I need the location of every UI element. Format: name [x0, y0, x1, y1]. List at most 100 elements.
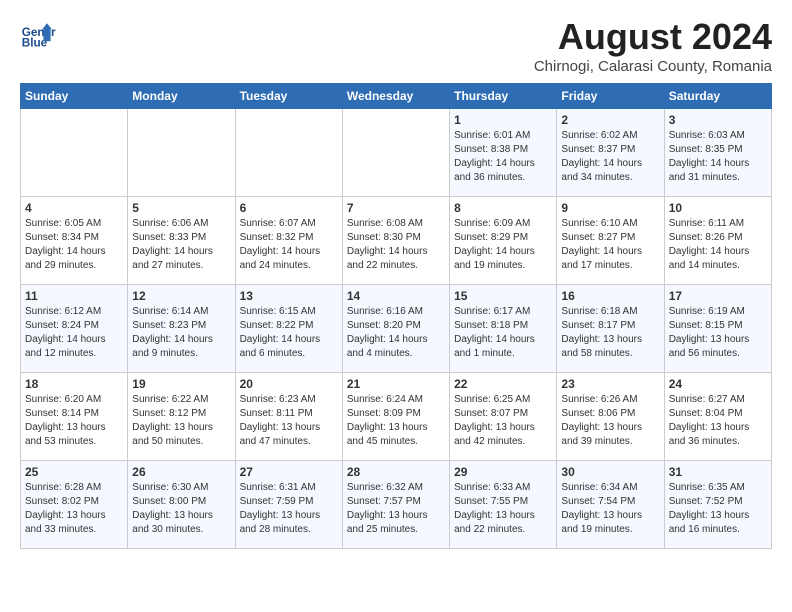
day-number: 3 [669, 113, 767, 127]
calendar-day-cell: 19 Sunrise: 6:22 AM Sunset: 8:12 PM Dayli… [128, 373, 235, 461]
day-info: Sunrise: 6:03 AM Sunset: 8:35 PM Dayligh… [669, 129, 767, 185]
day-number: 27 [240, 465, 338, 479]
calendar-day-cell [21, 109, 128, 197]
calendar-day-cell: 2 Sunrise: 6:02 AM Sunset: 8:37 PM Daylig… [557, 109, 664, 197]
day-info: Sunrise: 6:30 AM Sunset: 8:00 PM Dayligh… [132, 481, 230, 537]
day-info: Sunrise: 6:23 AM Sunset: 8:11 PM Dayligh… [240, 393, 338, 449]
calendar-day-cell: 24 Sunrise: 6:27 AM Sunset: 8:04 PM Dayli… [664, 373, 771, 461]
day-info: Sunrise: 6:20 AM Sunset: 8:14 PM Dayligh… [25, 393, 123, 449]
calendar-day-cell: 25 Sunrise: 6:28 AM Sunset: 8:02 PM Dayli… [21, 461, 128, 549]
calendar-day-cell: 17Sunrise: 6:19 AM Sunset: 8:15 PM Dayli… [664, 285, 771, 373]
day-info: Sunrise: 6:18 AM Sunset: 8:17 PM Dayligh… [561, 305, 659, 361]
weekday-header-cell: Friday [557, 84, 664, 109]
calendar-day-cell: 28Sunrise: 6:32 AM Sunset: 7:57 PM Dayli… [342, 461, 449, 549]
calendar-day-cell: 7 Sunrise: 6:08 AM Sunset: 8:30 PM Daylig… [342, 197, 449, 285]
day-info: Sunrise: 6:15 AM Sunset: 8:22 PM Dayligh… [240, 305, 338, 361]
weekday-header-cell: Thursday [450, 84, 557, 109]
day-number: 23 [561, 377, 659, 391]
weekday-header-cell: Saturday [664, 84, 771, 109]
calendar-day-cell: 5 Sunrise: 6:06 AM Sunset: 8:33 PM Daylig… [128, 197, 235, 285]
day-info: Sunrise: 6:14 AM Sunset: 8:23 PM Dayligh… [132, 305, 230, 361]
calendar-table: SundayMondayTuesdayWednesdayThursdayFrid… [20, 83, 772, 549]
day-info: Sunrise: 6:05 AM Sunset: 8:34 PM Dayligh… [25, 217, 123, 273]
calendar-week-row: 18 Sunrise: 6:20 AM Sunset: 8:14 PM Dayli… [21, 373, 772, 461]
weekday-header-row: SundayMondayTuesdayWednesdayThursdayFrid… [21, 84, 772, 109]
calendar-day-cell [235, 109, 342, 197]
day-info: Sunrise: 6:12 AM Sunset: 8:24 PM Dayligh… [25, 305, 123, 361]
calendar-day-cell: 12 Sunrise: 6:14 AM Sunset: 8:23 PM Dayli… [128, 285, 235, 373]
calendar-title: August 2024 [534, 16, 772, 58]
day-info: Sunrise: 6:07 AM Sunset: 8:32 PM Dayligh… [240, 217, 338, 273]
day-number: 18 [25, 377, 123, 391]
calendar-day-cell: 6 Sunrise: 6:07 AM Sunset: 8:32 PM Daylig… [235, 197, 342, 285]
calendar-subtitle: Chirnogi, Calarasi County, Romania [534, 58, 772, 75]
day-number: 19 [132, 377, 230, 391]
day-info: Sunrise: 6:10 AM Sunset: 8:27 PM Dayligh… [561, 217, 659, 273]
day-number: 11 [25, 289, 123, 303]
calendar-day-cell: 22Sunrise: 6:25 AM Sunset: 8:07 PM Dayli… [450, 373, 557, 461]
day-info: Sunrise: 6:02 AM Sunset: 8:37 PM Dayligh… [561, 129, 659, 185]
calendar-week-row: 4 Sunrise: 6:05 AM Sunset: 8:34 PM Daylig… [21, 197, 772, 285]
day-info: Sunrise: 6:08 AM Sunset: 8:30 PM Dayligh… [347, 217, 445, 273]
calendar-day-cell: 30Sunrise: 6:34 AM Sunset: 7:54 PM Dayli… [557, 461, 664, 549]
day-number: 1 [454, 113, 552, 127]
calendar-week-row: 11 Sunrise: 6:12 AM Sunset: 8:24 PM Dayli… [21, 285, 772, 373]
calendar-day-cell: 15 Sunrise: 6:17 AM Sunset: 8:18 PM Dayli… [450, 285, 557, 373]
calendar-day-cell [128, 109, 235, 197]
calendar-body: 1Sunrise: 6:01 AM Sunset: 8:38 PM Daylig… [21, 109, 772, 549]
day-number: 9 [561, 201, 659, 215]
calendar-day-cell: 1Sunrise: 6:01 AM Sunset: 8:38 PM Daylig… [450, 109, 557, 197]
day-number: 6 [240, 201, 338, 215]
day-info: Sunrise: 6:17 AM Sunset: 8:18 PM Dayligh… [454, 305, 552, 361]
calendar-day-cell: 16 Sunrise: 6:18 AM Sunset: 8:17 PM Dayli… [557, 285, 664, 373]
day-number: 31 [669, 465, 767, 479]
title-block: August 2024 Chirnogi, Calarasi County, R… [534, 16, 772, 75]
calendar-week-row: 25 Sunrise: 6:28 AM Sunset: 8:02 PM Dayli… [21, 461, 772, 549]
calendar-day-cell: 4 Sunrise: 6:05 AM Sunset: 8:34 PM Daylig… [21, 197, 128, 285]
day-number: 4 [25, 201, 123, 215]
day-number: 16 [561, 289, 659, 303]
calendar-day-cell: 27 Sunrise: 6:31 AM Sunset: 7:59 PM Dayli… [235, 461, 342, 549]
day-info: Sunrise: 6:16 AM Sunset: 8:20 PM Dayligh… [347, 305, 445, 361]
day-number: 8 [454, 201, 552, 215]
day-number: 2 [561, 113, 659, 127]
day-number: 22 [454, 377, 552, 391]
calendar-day-cell: 21 Sunrise: 6:24 AM Sunset: 8:09 PM Dayli… [342, 373, 449, 461]
calendar-day-cell: 10Sunrise: 6:11 AM Sunset: 8:26 PM Dayli… [664, 197, 771, 285]
day-number: 17 [669, 289, 767, 303]
day-number: 25 [25, 465, 123, 479]
calendar-day-cell: 13 Sunrise: 6:15 AM Sunset: 8:22 PM Dayli… [235, 285, 342, 373]
day-number: 7 [347, 201, 445, 215]
day-info: Sunrise: 6:27 AM Sunset: 8:04 PM Dayligh… [669, 393, 767, 449]
day-number: 29 [454, 465, 552, 479]
day-info: Sunrise: 6:28 AM Sunset: 8:02 PM Dayligh… [25, 481, 123, 537]
day-number: 24 [669, 377, 767, 391]
day-number: 21 [347, 377, 445, 391]
calendar-day-cell: 31Sunrise: 6:35 AM Sunset: 7:52 PM Dayli… [664, 461, 771, 549]
weekday-header-cell: Wednesday [342, 84, 449, 109]
calendar-day-cell: 26Sunrise: 6:30 AM Sunset: 8:00 PM Dayli… [128, 461, 235, 549]
day-number: 5 [132, 201, 230, 215]
calendar-day-cell [342, 109, 449, 197]
day-number: 13 [240, 289, 338, 303]
calendar-day-cell: 23 Sunrise: 6:26 AM Sunset: 8:06 PM Dayli… [557, 373, 664, 461]
day-info: Sunrise: 6:22 AM Sunset: 8:12 PM Dayligh… [132, 393, 230, 449]
header: General Blue General Blue August 2024 Ch… [20, 16, 772, 75]
day-info: Sunrise: 6:06 AM Sunset: 8:33 PM Dayligh… [132, 217, 230, 273]
day-info: Sunrise: 6:11 AM Sunset: 8:26 PM Dayligh… [669, 217, 767, 273]
day-number: 20 [240, 377, 338, 391]
calendar-day-cell: 29 Sunrise: 6:33 AM Sunset: 7:55 PM Dayli… [450, 461, 557, 549]
day-info: Sunrise: 6:32 AM Sunset: 7:57 PM Dayligh… [347, 481, 445, 537]
day-number: 14 [347, 289, 445, 303]
day-info: Sunrise: 6:09 AM Sunset: 8:29 PM Dayligh… [454, 217, 552, 273]
day-info: Sunrise: 6:26 AM Sunset: 8:06 PM Dayligh… [561, 393, 659, 449]
day-number: 15 [454, 289, 552, 303]
day-number: 12 [132, 289, 230, 303]
day-info: Sunrise: 6:31 AM Sunset: 7:59 PM Dayligh… [240, 481, 338, 537]
day-info: Sunrise: 6:24 AM Sunset: 8:09 PM Dayligh… [347, 393, 445, 449]
calendar-day-cell: 18 Sunrise: 6:20 AM Sunset: 8:14 PM Dayli… [21, 373, 128, 461]
day-info: Sunrise: 6:33 AM Sunset: 7:55 PM Dayligh… [454, 481, 552, 537]
weekday-header-cell: Tuesday [235, 84, 342, 109]
calendar-day-cell: 20 Sunrise: 6:23 AM Sunset: 8:11 PM Dayli… [235, 373, 342, 461]
logo-icon: General Blue [20, 16, 56, 52]
